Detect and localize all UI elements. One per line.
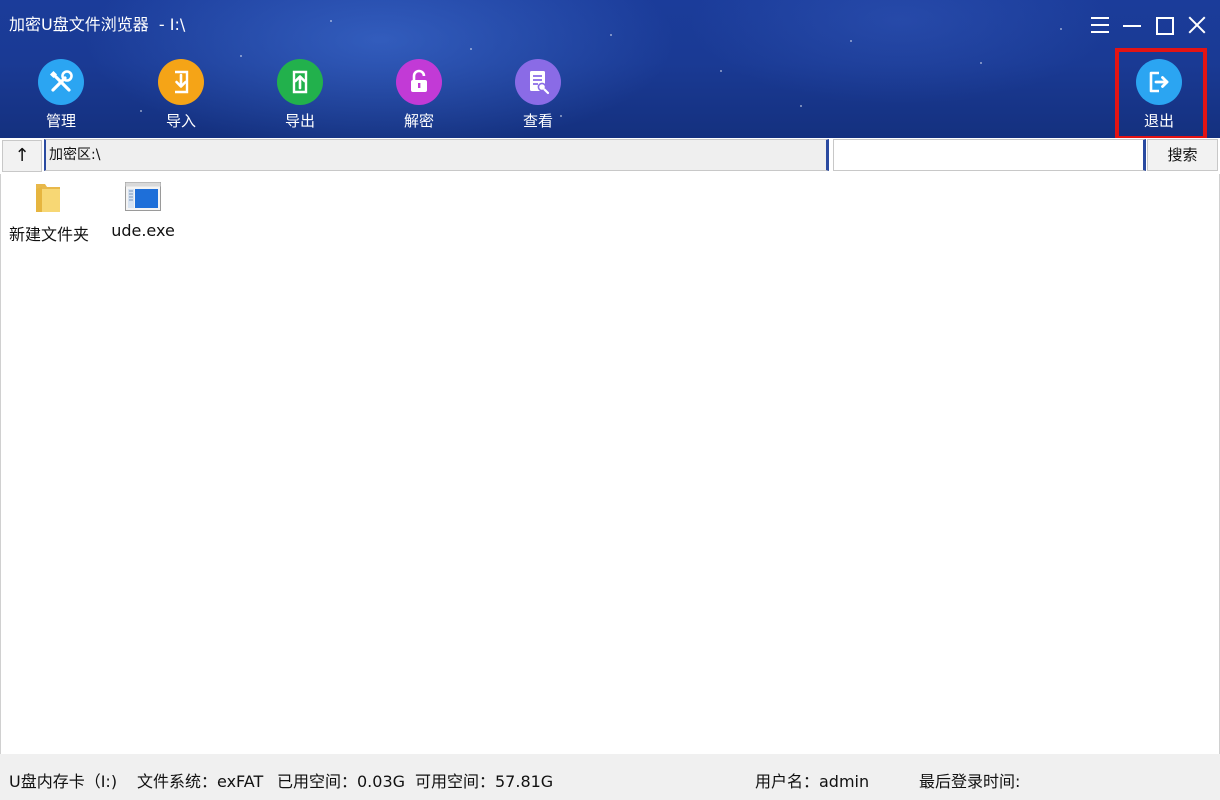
export-icon [277, 59, 323, 105]
unlock-icon [396, 59, 442, 105]
used-space-label: 已用空间：0.03G [277, 772, 406, 791]
folder-icon [33, 180, 63, 218]
path-field[interactable]: 加密区:\ [44, 139, 829, 171]
last-login-label: 最后登录时间: [919, 772, 1021, 791]
import-button[interactable]: 导入 [141, 57, 221, 135]
up-directory-button[interactable]: ↑ [2, 140, 42, 172]
file-name: 新建文件夹 [8, 225, 89, 244]
decrypt-button[interactable]: 解密 [379, 57, 459, 135]
maximize-icon[interactable] [1153, 14, 1175, 36]
import-icon [158, 59, 204, 105]
exit-highlight-box [1115, 48, 1207, 140]
manage-button[interactable]: 管理 [21, 57, 101, 135]
menu-icon[interactable] [1089, 14, 1111, 36]
status-bar: U盘内存卡（I:) 文件系统：exFAT 已用空间：0.03G 可用空间：57.… [0, 754, 1220, 800]
search-input[interactable] [833, 139, 1146, 171]
file-item-exe[interactable]: ude.exe [96, 174, 190, 250]
minimize-icon[interactable] [1121, 14, 1143, 36]
address-bar: ↑ 加密区:\ 搜索 [0, 138, 1220, 174]
wrench-screwdriver-icon [38, 59, 84, 105]
manage-label: 管理 [45, 112, 76, 130]
view-document-icon [515, 59, 561, 105]
username-label: 用户名：admin [755, 772, 870, 791]
file-list: 新建文件夹 ude.exe [0, 174, 1220, 754]
view-label: 查看 [522, 112, 553, 130]
drive-label: U盘内存卡（I:) [9, 772, 118, 791]
file-name: ude.exe [111, 221, 175, 240]
import-label: 导入 [165, 112, 196, 130]
title-bar: 加密U盘文件浏览器 - I:\ 管理 导入 导出 解密 查看 退出 [0, 0, 1220, 140]
search-button[interactable]: 搜索 [1147, 139, 1218, 171]
close-icon[interactable] [1186, 14, 1208, 36]
export-button[interactable]: 导出 [260, 57, 340, 135]
free-space-label: 可用空间：57.81G [415, 772, 554, 791]
exe-icon [125, 182, 161, 216]
file-item-folder[interactable]: 新建文件夹 [2, 174, 96, 250]
export-label: 导出 [284, 112, 315, 130]
window-title: 加密U盘文件浏览器 - I:\ [9, 15, 186, 34]
filesystem-label: 文件系统：exFAT [137, 772, 264, 791]
view-button[interactable]: 查看 [498, 57, 578, 135]
decrypt-label: 解密 [403, 112, 434, 130]
